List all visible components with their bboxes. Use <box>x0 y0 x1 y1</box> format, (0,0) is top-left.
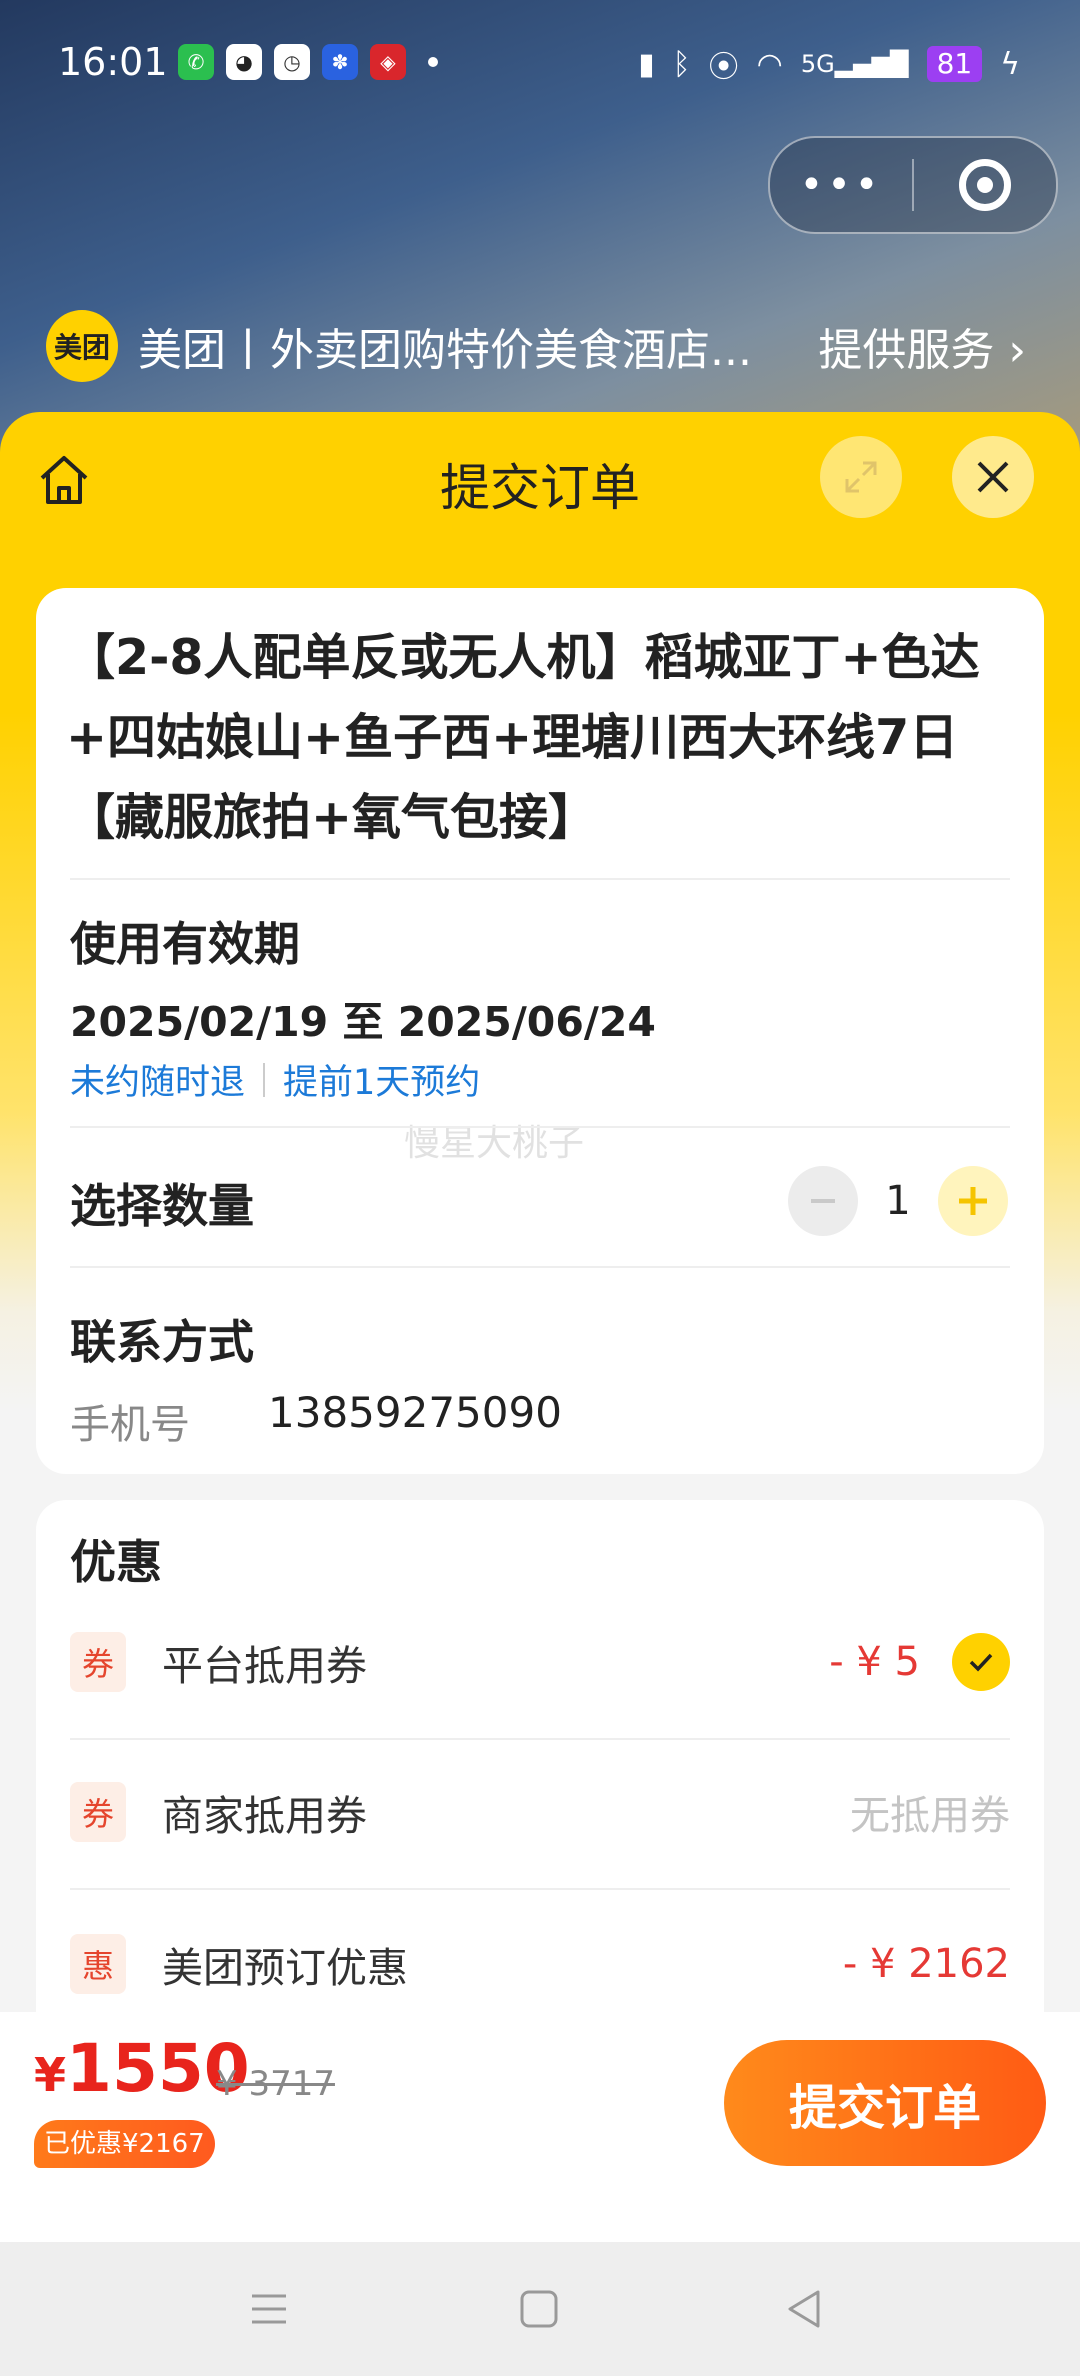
savings-badge: 已优惠¥2167 <box>34 2120 215 2168</box>
mini-program-name: 美团丨外卖团购特价美食酒店... <box>138 325 752 376</box>
back-icon[interactable] <box>782 2286 828 2332</box>
bluetooth-icon: ᛒ <box>672 46 691 82</box>
watermark: 慢星大桃子 <box>404 1123 585 1164</box>
minus-icon <box>811 1199 835 1203</box>
divider <box>70 1888 1010 1890</box>
discount-value: - ¥ 2162 <box>842 1941 1010 1987</box>
coupon-name: 商家抵用券 <box>162 1792 367 1840</box>
close-button[interactable] <box>952 436 1034 518</box>
plus-icon <box>959 1187 987 1215</box>
booking-tag: 提前1天预约 <box>283 1063 481 1103</box>
home-nav-icon[interactable] <box>516 2286 562 2332</box>
merchant-coupon-row[interactable]: 券 商家抵用券 无抵用券 <box>70 1772 1010 1852</box>
increase-button[interactable] <box>938 1166 1008 1236</box>
divider <box>70 878 1010 880</box>
divider <box>70 1266 1010 1268</box>
baidu-icon: ✽ <box>322 44 358 80</box>
chevron-right-icon: › <box>994 325 1026 376</box>
divider <box>70 1738 1010 1740</box>
meituan-logo: 美团 <box>46 310 118 382</box>
expand-icon <box>845 461 877 493</box>
system-icons: ▮ ᛒ ⦿ ◠ 5G▂▄▆█ 81 ϟ <box>638 42 1020 86</box>
service-provider-link[interactable]: 提供服务 › <box>818 314 1026 378</box>
discount-badge: 惠 <box>70 1934 126 1994</box>
coupon-badge: 券 <box>70 1632 126 1692</box>
checkout-bar: ¥1550 ¥ 3717 已优惠¥2167 提交订单 <box>0 2012 1080 2242</box>
status-bar: 16:01 ✆ ◕ ◷ ✽ ◈ ▮ ᛒ ⦿ ◠ 5G▂▄▆█ 81 ϟ <box>0 0 1080 130</box>
system-navigation-bar <box>0 2242 1080 2376</box>
sheet-header: 提交订单 <box>0 412 1080 548</box>
coupon-value: - ¥ 5 <box>829 1639 920 1685</box>
quantity-stepper: 1 <box>788 1166 1008 1236</box>
signal-icon: 5G▂▄▆█ <box>800 50 909 78</box>
service-provider-label: 提供服务 <box>818 325 995 376</box>
platform-coupon-row[interactable]: 券 平台抵用券 - ¥ 5 <box>70 1622 1010 1702</box>
vibrate-icon: ▮ <box>638 46 655 82</box>
coupon-badge: 券 <box>70 1782 126 1842</box>
order-details-card: 【2-8人配单反或无人机】稻城亚丁+色达+四姑娘山+鱼子西+理塘川西大环线7日【… <box>36 588 1044 1474</box>
status-time: 16:01 <box>58 40 168 84</box>
expand-button[interactable] <box>820 436 902 518</box>
checkmark-icon[interactable] <box>952 1633 1010 1691</box>
refund-tag: 未约随时退 <box>70 1063 246 1103</box>
contact-label: 联系方式 <box>70 1315 254 1369</box>
validity-label: 使用有效期 <box>70 917 300 971</box>
wechat-icon: ✆ <box>178 44 214 80</box>
currency-symbol: ¥ <box>34 2048 67 2102</box>
coupon-value: 无抵用券 <box>850 1793 1010 1839</box>
quantity-label: 选择数量 <box>70 1179 254 1233</box>
more-notifications-dot-icon <box>428 57 438 67</box>
tag-separator <box>263 1062 266 1097</box>
wifi-icon: ◠ <box>756 46 783 82</box>
clock-app-icon: ◷ <box>274 44 310 80</box>
validity-dates: 2025/02/19 至 2025/06/24 <box>70 998 656 1046</box>
location-icon: ⦿ <box>708 50 739 85</box>
phone-label: 手机号 <box>70 1402 190 1448</box>
discounts-card: 优惠 券 平台抵用券 - ¥ 5 券 商家抵用券 无抵用券 惠 美团预订优惠 -… <box>36 1500 1044 2060</box>
battery-indicator: 81 <box>926 46 983 82</box>
divider <box>70 1126 1010 1128</box>
notification-icons: ✆ ◕ ◷ ✽ ◈ <box>178 44 438 80</box>
menu-icon[interactable] <box>246 2286 292 2332</box>
close-mini-program-icon[interactable] <box>914 159 1056 211</box>
mini-program-info-bar[interactable]: 美团 美团丨外卖团购特价美食酒店... 提供服务 › <box>46 310 1026 382</box>
quantity-value: 1 <box>885 1178 911 1224</box>
charging-icon: ϟ <box>1000 46 1020 82</box>
product-title: 【2-8人配单反或无人机】稻城亚丁+色达+四姑娘山+鱼子西+理塘川西大环线7日【… <box>66 629 980 846</box>
booking-discount-row[interactable]: 惠 美团预订优惠 - ¥ 2162 <box>70 1924 1010 2004</box>
mini-program-capsule: ••• <box>768 136 1058 234</box>
submit-order-button[interactable]: 提交订单 <box>724 2040 1046 2166</box>
app-notification-icon: ◈ <box>370 44 406 80</box>
discounts-title: 优惠 <box>70 1535 162 1589</box>
decrease-button[interactable] <box>788 1166 858 1236</box>
qq-icon: ◕ <box>226 44 262 80</box>
page-title: 提交订单 <box>440 459 640 517</box>
discount-name: 美团预订优惠 <box>162 1944 408 1992</box>
network-type: 5G <box>800 50 835 78</box>
original-price: ¥ 3717 <box>216 2064 335 2104</box>
coupon-name: 平台抵用券 <box>162 1642 367 1690</box>
refund-tags: 未约随时退 提前1天预约 <box>70 1054 480 1105</box>
phone-number[interactable]: 13859275090 <box>268 1388 562 1437</box>
close-icon <box>977 461 1009 493</box>
more-menu-icon[interactable]: ••• <box>770 138 912 232</box>
